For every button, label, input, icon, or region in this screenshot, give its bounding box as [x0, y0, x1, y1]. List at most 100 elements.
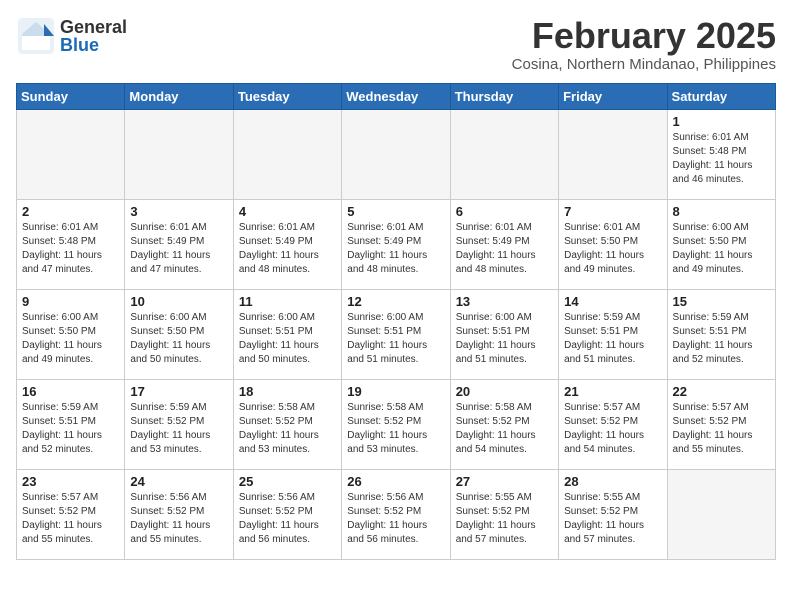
calendar-cell: 12 Sunrise: 6:00 AM Sunset: 5:51 PM Dayli… [342, 289, 450, 379]
calendar-table: SundayMondayTuesdayWednesdayThursdayFrid… [16, 83, 776, 560]
calendar-cell [667, 469, 775, 559]
day-info: Sunrise: 5:55 AM Sunset: 5:52 PM Dayligh… [564, 491, 661, 547]
calendar-cell: 21 Sunrise: 5:57 AM Sunset: 5:52 PM Dayli… [559, 379, 667, 469]
day-info: Sunrise: 5:59 AM Sunset: 5:51 PM Dayligh… [673, 311, 770, 367]
day-info: Sunrise: 6:01 AM Sunset: 5:49 PM Dayligh… [347, 221, 444, 277]
day-number: 12 [347, 294, 444, 309]
day-info: Sunrise: 5:58 AM Sunset: 5:52 PM Dayligh… [456, 401, 553, 457]
day-info: Sunrise: 5:58 AM Sunset: 5:52 PM Dayligh… [347, 401, 444, 457]
day-info: Sunrise: 6:01 AM Sunset: 5:49 PM Dayligh… [456, 221, 553, 277]
calendar-week-2: 2 Sunrise: 6:01 AM Sunset: 5:48 PM Daylig… [17, 199, 776, 289]
calendar-cell: 19 Sunrise: 5:58 AM Sunset: 5:52 PM Dayli… [342, 379, 450, 469]
day-number: 26 [347, 474, 444, 489]
day-number: 10 [130, 294, 227, 309]
day-info: Sunrise: 5:55 AM Sunset: 5:52 PM Dayligh… [456, 491, 553, 547]
calendar-cell: 13Sunrise: 6:00 AM Sunset: 5:51 PM Dayli… [450, 289, 558, 379]
calendar-cell: 5 Sunrise: 6:01 AM Sunset: 5:49 PM Daylig… [342, 199, 450, 289]
day-number: 28 [564, 474, 661, 489]
calendar-cell [125, 109, 233, 199]
calendar-cell: 20 Sunrise: 5:58 AM Sunset: 5:52 PM Dayli… [450, 379, 558, 469]
day-info: Sunrise: 6:00 AM Sunset: 5:51 PM Dayligh… [347, 311, 444, 367]
calendar-cell: 4Sunrise: 6:01 AM Sunset: 5:49 PM Daylig… [233, 199, 341, 289]
day-info: Sunrise: 5:56 AM Sunset: 5:52 PM Dayligh… [239, 491, 336, 547]
calendar-cell [342, 109, 450, 199]
calendar-cell: 6 Sunrise: 6:01 AM Sunset: 5:49 PM Daylig… [450, 199, 558, 289]
calendar-week-5: 23 Sunrise: 5:57 AM Sunset: 5:52 PM Dayli… [17, 469, 776, 559]
calendar-cell: 11 Sunrise: 6:00 AM Sunset: 5:51 PM Dayli… [233, 289, 341, 379]
day-info: Sunrise: 5:56 AM Sunset: 5:52 PM Dayligh… [130, 491, 227, 547]
calendar-week-3: 9 Sunrise: 6:00 AM Sunset: 5:50 PM Daylig… [17, 289, 776, 379]
calendar-cell: 1Sunrise: 6:01 AM Sunset: 5:48 PM Daylig… [667, 109, 775, 199]
day-info: Sunrise: 5:59 AM Sunset: 5:52 PM Dayligh… [130, 401, 227, 457]
calendar-cell: 22Sunrise: 5:57 AM Sunset: 5:52 PM Dayli… [667, 379, 775, 469]
calendar-cell [450, 109, 558, 199]
logo-icon [16, 16, 56, 56]
calendar-cell: 15 Sunrise: 5:59 AM Sunset: 5:51 PM Dayli… [667, 289, 775, 379]
calendar-cell: 17 Sunrise: 5:59 AM Sunset: 5:52 PM Dayli… [125, 379, 233, 469]
calendar-cell: 25Sunrise: 5:56 AM Sunset: 5:52 PM Dayli… [233, 469, 341, 559]
day-info: Sunrise: 5:57 AM Sunset: 5:52 PM Dayligh… [564, 401, 661, 457]
calendar-cell: 23 Sunrise: 5:57 AM Sunset: 5:52 PM Dayli… [17, 469, 125, 559]
title-block: February 2025 Cosina, Northern Mindanao,… [512, 16, 776, 73]
day-number: 24 [130, 474, 227, 489]
page-header: General Blue February 2025 Cosina, North… [16, 16, 776, 73]
day-number: 6 [456, 204, 553, 219]
calendar-cell: 7 Sunrise: 6:01 AM Sunset: 5:50 PM Daylig… [559, 199, 667, 289]
calendar-week-1: 1Sunrise: 6:01 AM Sunset: 5:48 PM Daylig… [17, 109, 776, 199]
day-number: 27 [456, 474, 553, 489]
day-number: 20 [456, 384, 553, 399]
day-info: Sunrise: 5:58 AM Sunset: 5:52 PM Dayligh… [239, 401, 336, 457]
day-info: Sunrise: 6:00 AM Sunset: 5:51 PM Dayligh… [239, 311, 336, 367]
day-info: Sunrise: 6:01 AM Sunset: 5:48 PM Dayligh… [673, 131, 770, 187]
calendar-cell [17, 109, 125, 199]
day-number: 7 [564, 204, 661, 219]
day-number: 5 [347, 204, 444, 219]
weekday-header-sunday: Sunday [17, 83, 125, 109]
calendar-week-4: 16 Sunrise: 5:59 AM Sunset: 5:51 PM Dayli… [17, 379, 776, 469]
weekday-header-wednesday: Wednesday [342, 83, 450, 109]
logo-general-text: General [60, 18, 127, 36]
logo: General Blue [16, 16, 127, 56]
day-info: Sunrise: 6:00 AM Sunset: 5:50 PM Dayligh… [673, 221, 770, 277]
day-info: Sunrise: 5:59 AM Sunset: 5:51 PM Dayligh… [564, 311, 661, 367]
weekday-header-row: SundayMondayTuesdayWednesdayThursdayFrid… [17, 83, 776, 109]
day-number: 14 [564, 294, 661, 309]
location-title: Cosina, Northern Mindanao, Philippines [512, 56, 776, 73]
day-number: 11 [239, 294, 336, 309]
day-number: 16 [22, 384, 119, 399]
day-info: Sunrise: 5:59 AM Sunset: 5:51 PM Dayligh… [22, 401, 119, 457]
day-number: 2 [22, 204, 119, 219]
day-info: Sunrise: 5:57 AM Sunset: 5:52 PM Dayligh… [22, 491, 119, 547]
day-number: 19 [347, 384, 444, 399]
weekday-header-monday: Monday [125, 83, 233, 109]
day-number: 3 [130, 204, 227, 219]
day-number: 23 [22, 474, 119, 489]
weekday-header-friday: Friday [559, 83, 667, 109]
calendar-cell [559, 109, 667, 199]
calendar-cell: 9 Sunrise: 6:00 AM Sunset: 5:50 PM Daylig… [17, 289, 125, 379]
month-title: February 2025 [512, 16, 776, 56]
calendar-cell [233, 109, 341, 199]
day-info: Sunrise: 6:00 AM Sunset: 5:50 PM Dayligh… [22, 311, 119, 367]
day-info: Sunrise: 5:57 AM Sunset: 5:52 PM Dayligh… [673, 401, 770, 457]
calendar-cell: 16 Sunrise: 5:59 AM Sunset: 5:51 PM Dayli… [17, 379, 125, 469]
calendar-cell: 3Sunrise: 6:01 AM Sunset: 5:49 PM Daylig… [125, 199, 233, 289]
calendar-cell: 8Sunrise: 6:00 AM Sunset: 5:50 PM Daylig… [667, 199, 775, 289]
weekday-header-saturday: Saturday [667, 83, 775, 109]
day-number: 17 [130, 384, 227, 399]
day-number: 13 [456, 294, 553, 309]
day-number: 9 [22, 294, 119, 309]
calendar-cell: 24 Sunrise: 5:56 AM Sunset: 5:52 PM Dayli… [125, 469, 233, 559]
day-info: Sunrise: 6:01 AM Sunset: 5:50 PM Dayligh… [564, 221, 661, 277]
calendar-cell: 26 Sunrise: 5:56 AM Sunset: 5:52 PM Dayli… [342, 469, 450, 559]
day-number: 21 [564, 384, 661, 399]
day-info: Sunrise: 5:56 AM Sunset: 5:52 PM Dayligh… [347, 491, 444, 547]
calendar-cell: 18Sunrise: 5:58 AM Sunset: 5:52 PM Dayli… [233, 379, 341, 469]
weekday-header-thursday: Thursday [450, 83, 558, 109]
calendar-cell: 28 Sunrise: 5:55 AM Sunset: 5:52 PM Dayli… [559, 469, 667, 559]
day-info: Sunrise: 6:01 AM Sunset: 5:48 PM Dayligh… [22, 221, 119, 277]
calendar-cell: 10 Sunrise: 6:00 AM Sunset: 5:50 PM Dayli… [125, 289, 233, 379]
day-number: 15 [673, 294, 770, 309]
logo-blue-text: Blue [60, 36, 127, 54]
day-info: Sunrise: 6:00 AM Sunset: 5:50 PM Dayligh… [130, 311, 227, 367]
